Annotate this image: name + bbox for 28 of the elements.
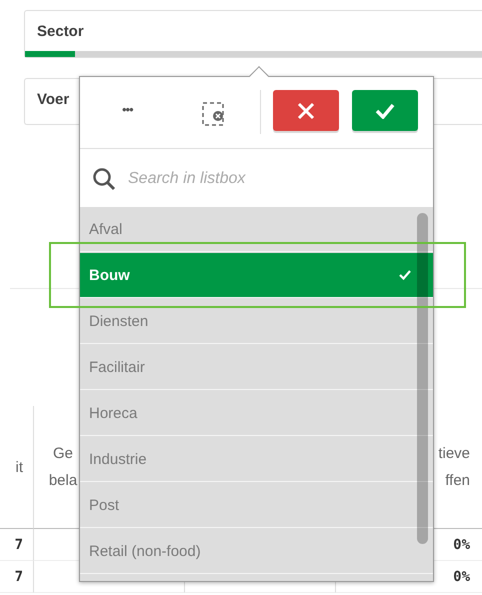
filter-title: Voer	[37, 91, 70, 108]
confirm-button[interactable]	[352, 90, 418, 131]
filter-pane[interactable]: Sector	[24, 10, 482, 58]
item-label: Retail (non-food)	[89, 542, 201, 560]
more-button[interactable]: •••	[122, 102, 133, 117]
table-cell: 7	[0, 529, 33, 561]
filter-title: Sector	[37, 23, 84, 40]
cancel-button[interactable]	[273, 90, 339, 131]
item-label: Diensten	[89, 312, 148, 330]
header-text: it	[16, 458, 23, 476]
search-field[interactable]: Search in listbox	[126, 169, 390, 189]
clear-selections-button[interactable]	[201, 101, 227, 127]
item-label: Horeca	[89, 404, 138, 422]
search-icon	[92, 167, 116, 191]
header-text: Ge bela	[48, 444, 78, 491]
close-icon	[297, 102, 315, 120]
item-label: Industrie	[89, 450, 147, 468]
clear-selection-icon	[201, 101, 227, 127]
scrollbar[interactable]	[417, 213, 428, 544]
list-item[interactable]: Bouw	[80, 253, 433, 297]
header-text: tieve ffen	[437, 444, 470, 491]
item-label: Afval	[89, 220, 122, 238]
checkmark-icon	[375, 102, 395, 118]
item-label: Post	[89, 496, 120, 514]
checkmark-icon	[399, 270, 411, 280]
table-cell: 7	[0, 561, 33, 593]
item-label: Bouw	[89, 266, 130, 284]
item-label: Facilitair	[89, 358, 145, 376]
